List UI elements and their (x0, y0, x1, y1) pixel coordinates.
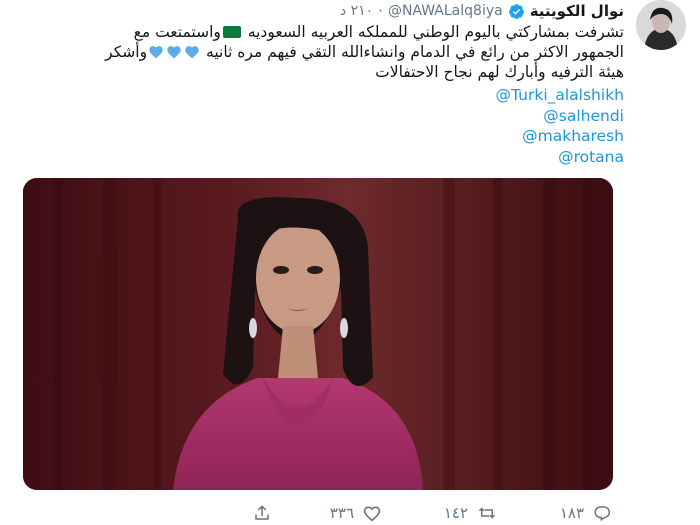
retweet-icon (478, 507, 496, 519)
retweet-button[interactable]: ١٤٢ (444, 504, 498, 522)
share-button[interactable] (252, 504, 272, 522)
mention-link[interactable]: @rotana (324, 147, 624, 168)
retweet-count: ١٤٢ (443, 504, 468, 522)
tweet-text: تشرفت بمشاركتي باليوم الوطني للمملكه الع… (34, 22, 624, 82)
avatar[interactable] (636, 0, 686, 50)
verified-badge-icon (508, 3, 524, 19)
tweet-time[interactable]: ٢١٠ د (340, 3, 373, 19)
separator-dot: · (378, 2, 383, 20)
tweet-actions: ١٨٣ ١٤٢ ٣٣٦ (0, 502, 700, 525)
tweet-text-line-1: تشرفت بمشاركتي باليوم الوطني للمملكه الع… (133, 23, 624, 41)
tweet-header: نوال الكويتية NAWALalq8iya@ · ٢١٠ د (340, 0, 624, 22)
tweet-text-line-2: الجمهور الاكثر من رائع في الدمام وانشاءا… (105, 43, 624, 61)
mentions-list: @Turki_alalshikh @salhendi @makharesh @r… (324, 85, 624, 167)
share-icon (255, 505, 269, 520)
blue-heart-icon (149, 46, 163, 59)
tweet-text-line-3: هيئة الترفيه وأبارك لهم نجاح الاحتفالات (375, 63, 624, 81)
like-count: ٣٣٦ (329, 504, 354, 522)
blue-heart-icon (167, 46, 181, 59)
reply-icon (594, 506, 611, 522)
tweet-card[interactable]: نوال الكويتية NAWALalq8iya@ · ٢١٠ د تشرف… (0, 0, 700, 525)
like-icon (363, 506, 381, 522)
avatar-image (636, 0, 686, 50)
like-button[interactable]: ٣٣٦ (330, 504, 382, 522)
reply-button[interactable]: ١٨٣ (560, 504, 612, 522)
mention-link[interactable]: @Turki_alalshikh (324, 85, 624, 106)
display-name[interactable]: نوال الكويتية (530, 2, 624, 20)
saudi-flag-icon (222, 26, 241, 38)
tweet-photo[interactable] (23, 178, 613, 490)
blue-heart-icon (185, 46, 199, 59)
reply-count: ١٨٣ (559, 504, 584, 522)
photo-image (23, 178, 613, 490)
user-handle[interactable]: NAWALalq8iya@ (388, 3, 503, 19)
mention-link[interactable]: @salhendi (324, 106, 624, 127)
mention-link[interactable]: @makharesh (324, 126, 624, 147)
